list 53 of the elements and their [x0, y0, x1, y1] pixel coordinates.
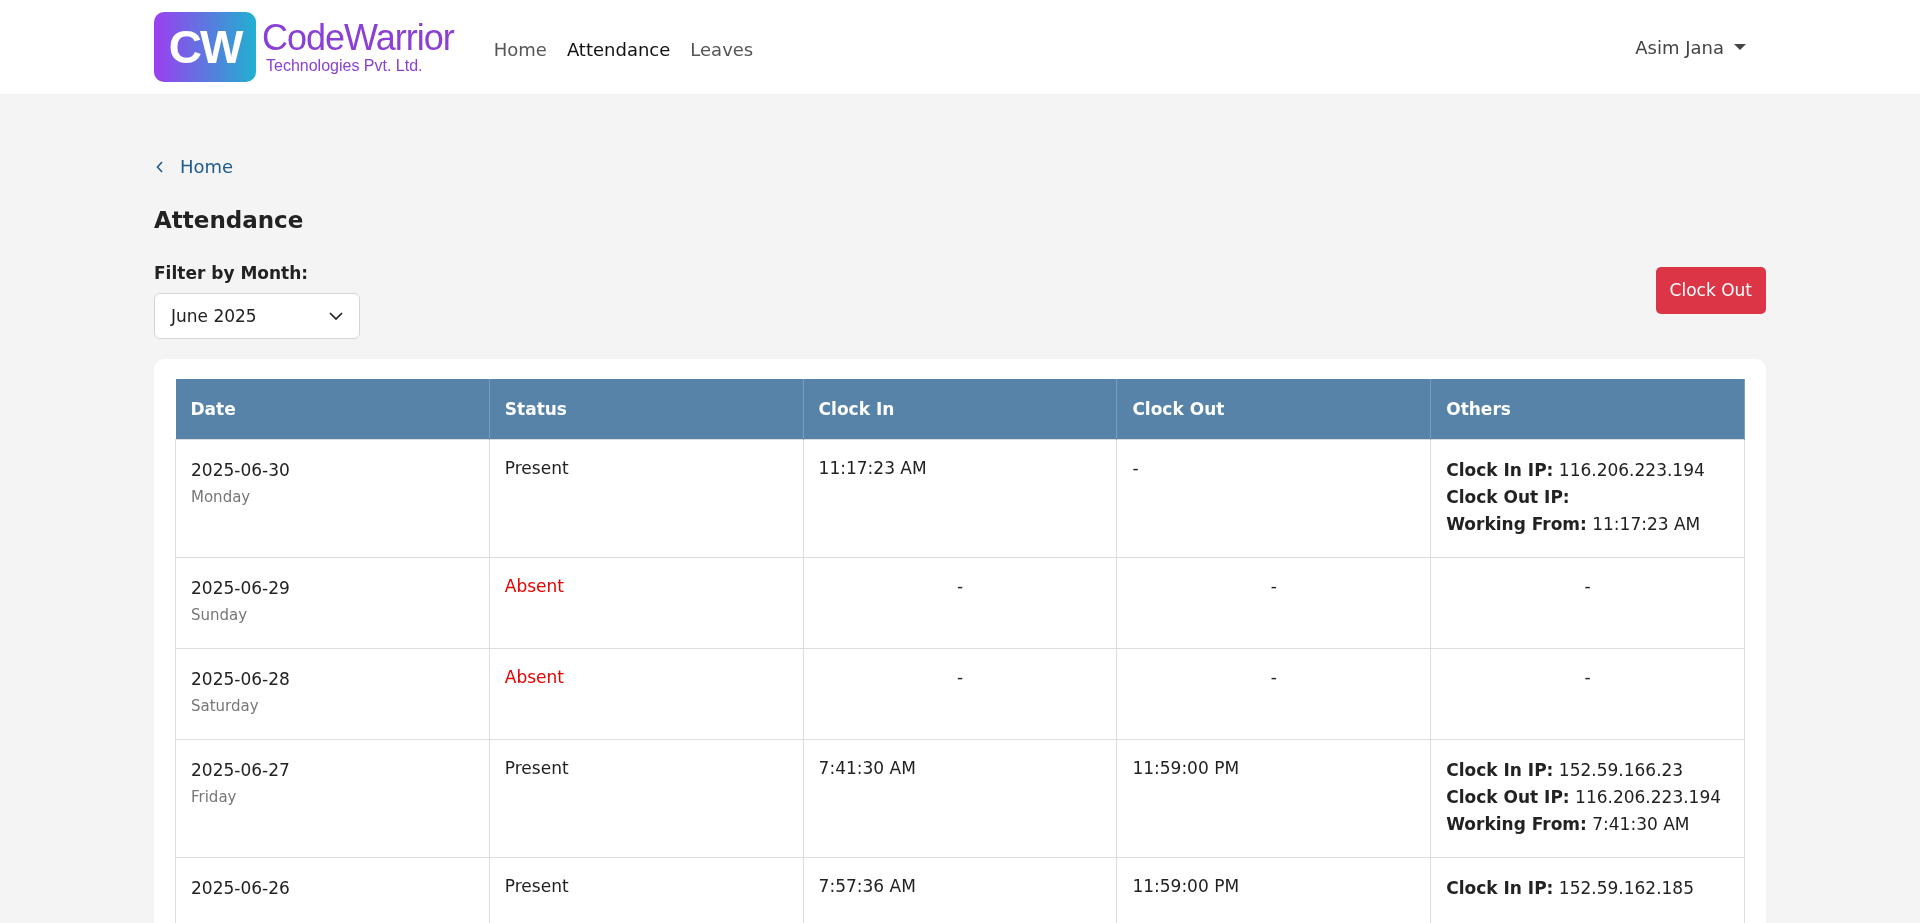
date-text: 2025-06-27 — [191, 759, 291, 782]
column-header: Status — [489, 379, 804, 440]
page-title: Attendance — [154, 207, 305, 233]
column-header: Date — [175, 379, 490, 440]
column-header: Others — [1430, 379, 1745, 440]
others-text: - — [1584, 576, 1591, 596]
logo-badge[interactable]: CW — [154, 12, 256, 82]
time-text: 7:57:36 AM — [818, 876, 916, 896]
date-text: 2025-06-30 — [191, 459, 291, 482]
column-header: Clock In — [803, 379, 1117, 440]
nav-link[interactable]: Home — [493, 38, 547, 60]
logo-tagline: Technologies Pvt. Ltd. — [266, 57, 424, 75]
status-text: Present — [504, 458, 569, 478]
time-text: 11:59:00 PM — [1132, 758, 1240, 778]
weekday-text: Friday — [191, 788, 238, 806]
status-text: Absent — [504, 667, 564, 687]
weekday-text: Sunday — [191, 606, 249, 624]
chevron-left-icon — [156, 160, 164, 173]
time-text: 11:17:23 AM — [818, 458, 927, 478]
others-text: - — [1584, 667, 1591, 687]
logo-name: CodeWarrior — [262, 19, 454, 57]
info-line: Working From: 11:17:23 AM — [1446, 513, 1702, 536]
weekday-text: Monday — [191, 488, 252, 506]
caret-icon — [1734, 44, 1746, 50]
info-line: Working From: 7:41:30 AM — [1446, 813, 1691, 836]
status-text: Absent — [504, 576, 564, 596]
time-text: 11:59:00 PM — [1132, 876, 1240, 896]
info-line: Clock In IP: 116.206.223.194 — [1446, 459, 1706, 482]
status-text: Present — [504, 758, 569, 778]
user-menu[interactable]: Asim Jana — [1635, 36, 1746, 58]
nav-link[interactable]: Leaves — [690, 38, 754, 60]
status-text: Present — [504, 876, 569, 896]
date-text: 2025-06-26 — [191, 877, 291, 900]
time-text: 7:41:30 AM — [818, 758, 916, 778]
time-text: - — [1132, 458, 1139, 478]
chevron-down-icon — [329, 312, 343, 320]
weekday-text: Saturday — [191, 697, 260, 715]
info-line: Clock In IP: 152.59.166.23 — [1446, 759, 1685, 782]
date-text: 2025-06-29 — [191, 577, 291, 600]
filter-label: Filter by Month: — [154, 263, 310, 283]
info-line: Clock Out IP: — [1446, 486, 1571, 509]
month-select[interactable]: June 2025 — [154, 293, 360, 339]
info-line: Clock In IP: 152.59.162.185 — [1446, 877, 1695, 900]
back-link[interactable]: Home — [156, 156, 234, 177]
time-text: - — [956, 667, 964, 687]
date-text: 2025-06-28 — [191, 668, 291, 691]
time-text: - — [956, 576, 964, 596]
time-text: - — [1270, 576, 1277, 596]
info-line: Clock Out IP: 116.206.223.194 — [1446, 786, 1723, 809]
nav-link[interactable]: Attendance — [566, 38, 671, 60]
column-header: Clock Out — [1116, 379, 1431, 440]
clock-out-button[interactable]: Clock Out — [1655, 266, 1766, 314]
time-text: - — [1270, 667, 1277, 687]
